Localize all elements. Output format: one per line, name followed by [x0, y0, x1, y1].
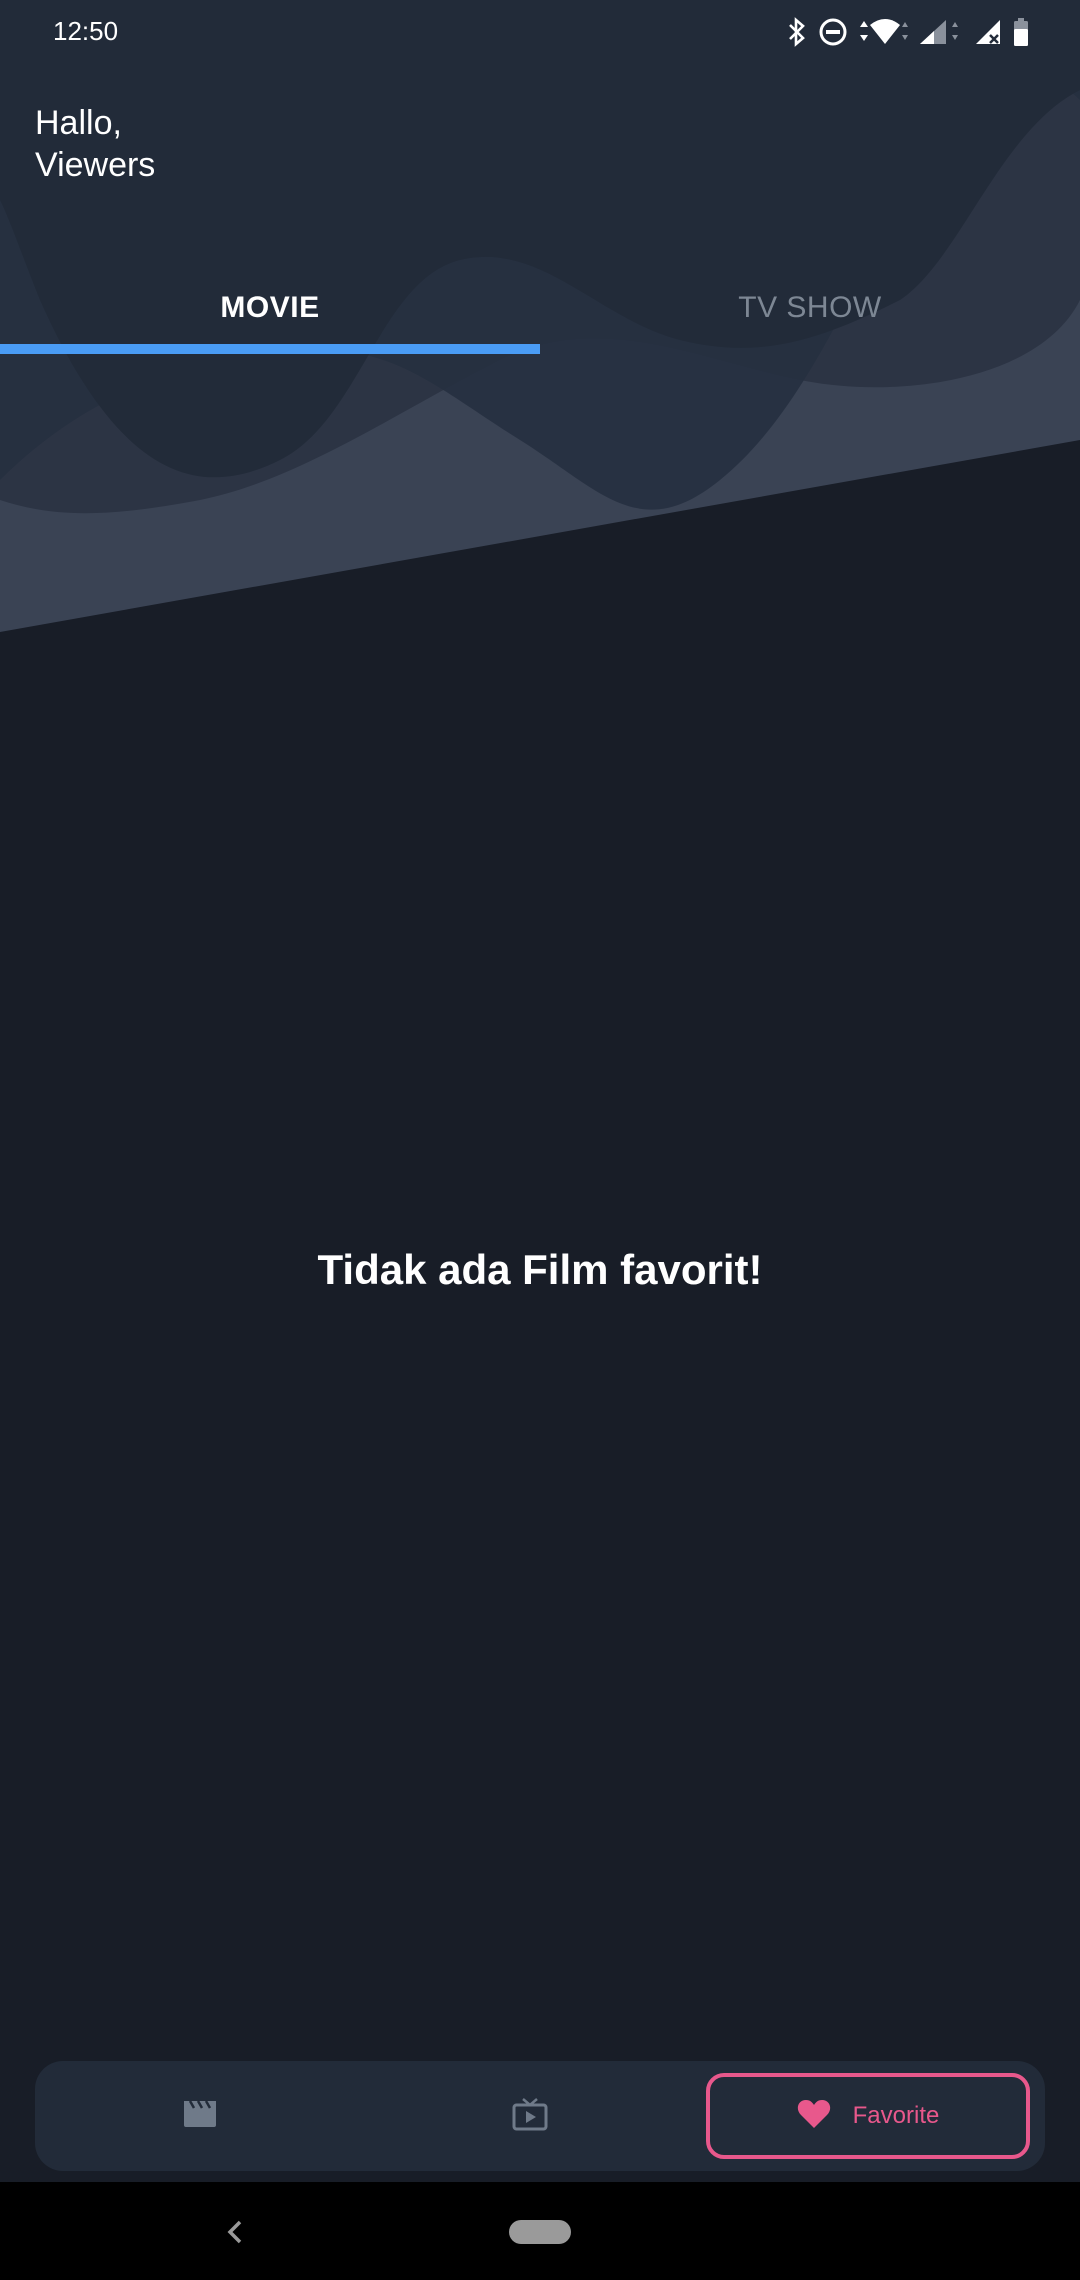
greeting-line-1: Hallo,	[35, 104, 122, 142]
home-button[interactable]	[509, 2220, 571, 2244]
nav-movies-button[interactable]	[85, 2073, 315, 2159]
battery-icon	[1012, 17, 1030, 47]
tab-bar: MOVIE TV SHOW	[0, 260, 1080, 355]
do-not-disturb-icon	[818, 17, 848, 47]
empty-state-message: Tidak ada Film favorit!	[317, 1246, 763, 1293]
status-time: 12:50	[53, 16, 119, 46]
signal-no-data-icon	[974, 17, 1002, 47]
tv-play-icon	[512, 2097, 548, 2136]
movie-clapper-icon	[183, 2099, 217, 2134]
tab-tv-show[interactable]: TV SHOW	[540, 260, 1080, 355]
system-navigation-bar	[0, 2182, 1080, 2280]
wifi-icon	[858, 17, 908, 47]
bluetooth-icon	[786, 17, 808, 47]
heart-icon	[797, 2099, 831, 2134]
back-button[interactable]	[216, 2212, 256, 2252]
nav-favorite-button[interactable]: Favorite	[706, 2073, 1030, 2159]
tab-selected-indicator	[0, 344, 540, 354]
status-bar: 12:50	[0, 0, 1080, 64]
chevron-left-icon	[227, 2220, 242, 2244]
nav-favorite-label: Favorite	[852, 2102, 940, 2129]
greeting-line-2: Viewers	[35, 146, 156, 184]
status-icons	[786, 14, 1030, 50]
signal-icon	[918, 17, 964, 47]
greeting: Hallo, Viewers	[35, 102, 155, 186]
tab-movie[interactable]: MOVIE	[0, 260, 540, 355]
nav-tv-shows-button[interactable]	[415, 2073, 645, 2159]
app-screen: 12:50 Hallo, Viewers MOVIE TV SHOW Tidak…	[0, 0, 1080, 2280]
bottom-navigation: Favorite	[35, 2061, 1045, 2171]
